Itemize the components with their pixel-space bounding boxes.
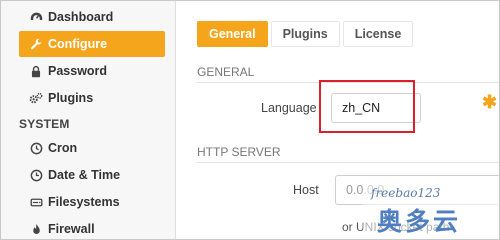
sidebar-item-label: Password — [48, 64, 108, 78]
host-label: Host — [293, 183, 319, 197]
sidebar-item-label: Dashboard — [48, 10, 114, 24]
tab-license[interactable]: License — [342, 21, 414, 47]
watermark-handle: freebao123 — [371, 186, 441, 200]
sidebar-item-label: Date & Time — [48, 168, 121, 182]
tab-plugins[interactable]: Plugins — [270, 21, 340, 47]
sidebar-item-label: Configure — [48, 37, 108, 51]
required-asterisk-icon: ✱ — [482, 92, 498, 112]
cogs-icon — [29, 91, 43, 105]
watermark-text: 奥多云 — [377, 207, 462, 236]
highlight-box — [319, 80, 415, 133]
sidebar-item-label: Plugins — [48, 91, 94, 105]
sidebar-item-date-time[interactable]: Date & Time — [19, 162, 165, 188]
tab-general[interactable]: General — [197, 21, 268, 47]
sidebar-item-label: Cron — [48, 141, 78, 155]
window-frame: Dashboard Configure Password Plugins SYS… — [0, 0, 500, 240]
language-label: Language — [261, 101, 317, 115]
sidebar: Dashboard Configure Password Plugins SYS… — [1, 1, 176, 239]
sidebar-item-label: Filesystems — [48, 195, 120, 209]
sidebar-item-configure[interactable]: Configure — [19, 31, 165, 57]
clock-icon — [29, 141, 43, 155]
sidebar-item-cron[interactable]: Cron — [19, 135, 165, 161]
sidebar-item-label: Firewall — [48, 222, 95, 236]
sidebar-item-filesystems[interactable]: Filesystems — [19, 189, 165, 215]
sidebar-item-firewall[interactable]: Firewall — [19, 216, 165, 239]
watermark: freebao123 奥多云 — [363, 184, 499, 239]
wrench-icon — [29, 37, 43, 51]
sidebar-section-system: SYSTEM — [19, 117, 70, 131]
hard-drive-icon — [29, 195, 43, 209]
dashboard-icon — [29, 10, 43, 24]
section-heading-http-server: HTTP SERVER — [197, 141, 499, 163]
calendar-clock-icon — [29, 168, 43, 182]
sidebar-item-dashboard[interactable]: Dashboard — [19, 4, 165, 30]
fire-icon — [29, 222, 43, 236]
sidebar-item-password[interactable]: Password — [19, 58, 165, 84]
lock-icon — [29, 64, 43, 78]
tab-bar: General Plugins License — [197, 21, 416, 47]
sidebar-item-plugins[interactable]: Plugins — [19, 85, 165, 111]
